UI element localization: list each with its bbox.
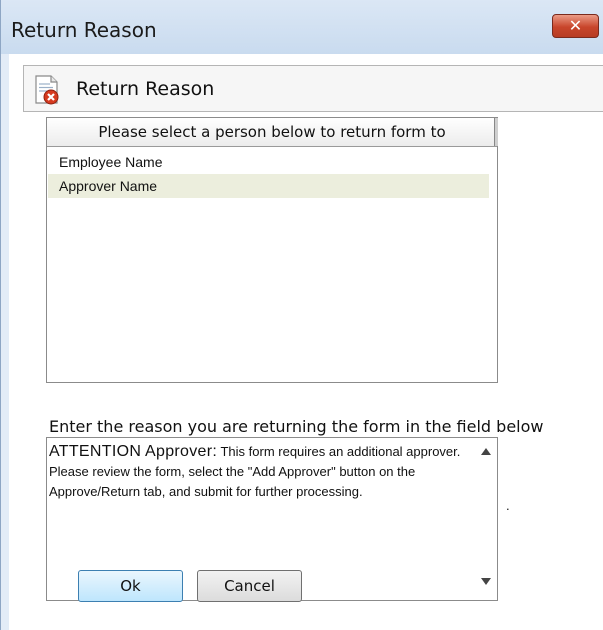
scroll-down-arrow-icon[interactable] (481, 578, 491, 585)
reason-text-lead: ATTENTION Approver: (49, 443, 218, 460)
cancel-button[interactable]: Cancel (197, 570, 302, 602)
list-item-approver-name[interactable]: Approver Name (48, 174, 489, 198)
reason-label: Enter the reason you are returning the f… (49, 417, 544, 436)
list-item-employee-name[interactable]: Employee Name (48, 150, 489, 174)
close-icon: ✕ (568, 16, 583, 35)
dialog-header: Return Reason (23, 65, 603, 112)
person-list-column-header-label: Please select a person below to return f… (98, 123, 446, 141)
window-title: Return Reason (11, 18, 157, 42)
title-bar[interactable]: Return Reason ✕ (1, 0, 603, 54)
person-list[interactable]: Please select a person below to return f… (46, 117, 498, 383)
close-button[interactable]: ✕ (552, 14, 599, 38)
ok-button[interactable]: Ok (78, 570, 183, 602)
column-resize-handle[interactable] (494, 118, 498, 146)
reason-text: ATTENTION Approver: This form requires a… (49, 442, 467, 502)
person-list-column-header[interactable]: Please select a person below to return f… (47, 118, 498, 147)
document-error-icon (35, 75, 59, 105)
trailing-mark: . (506, 498, 510, 513)
dialog-header-title: Return Reason (76, 78, 215, 100)
dialog-content: Return Reason Please select a person bel… (9, 54, 603, 630)
scroll-up-arrow-icon[interactable] (481, 448, 491, 455)
dialog-window: Return Reason ✕ Return Reason Please sel… (0, 0, 603, 630)
